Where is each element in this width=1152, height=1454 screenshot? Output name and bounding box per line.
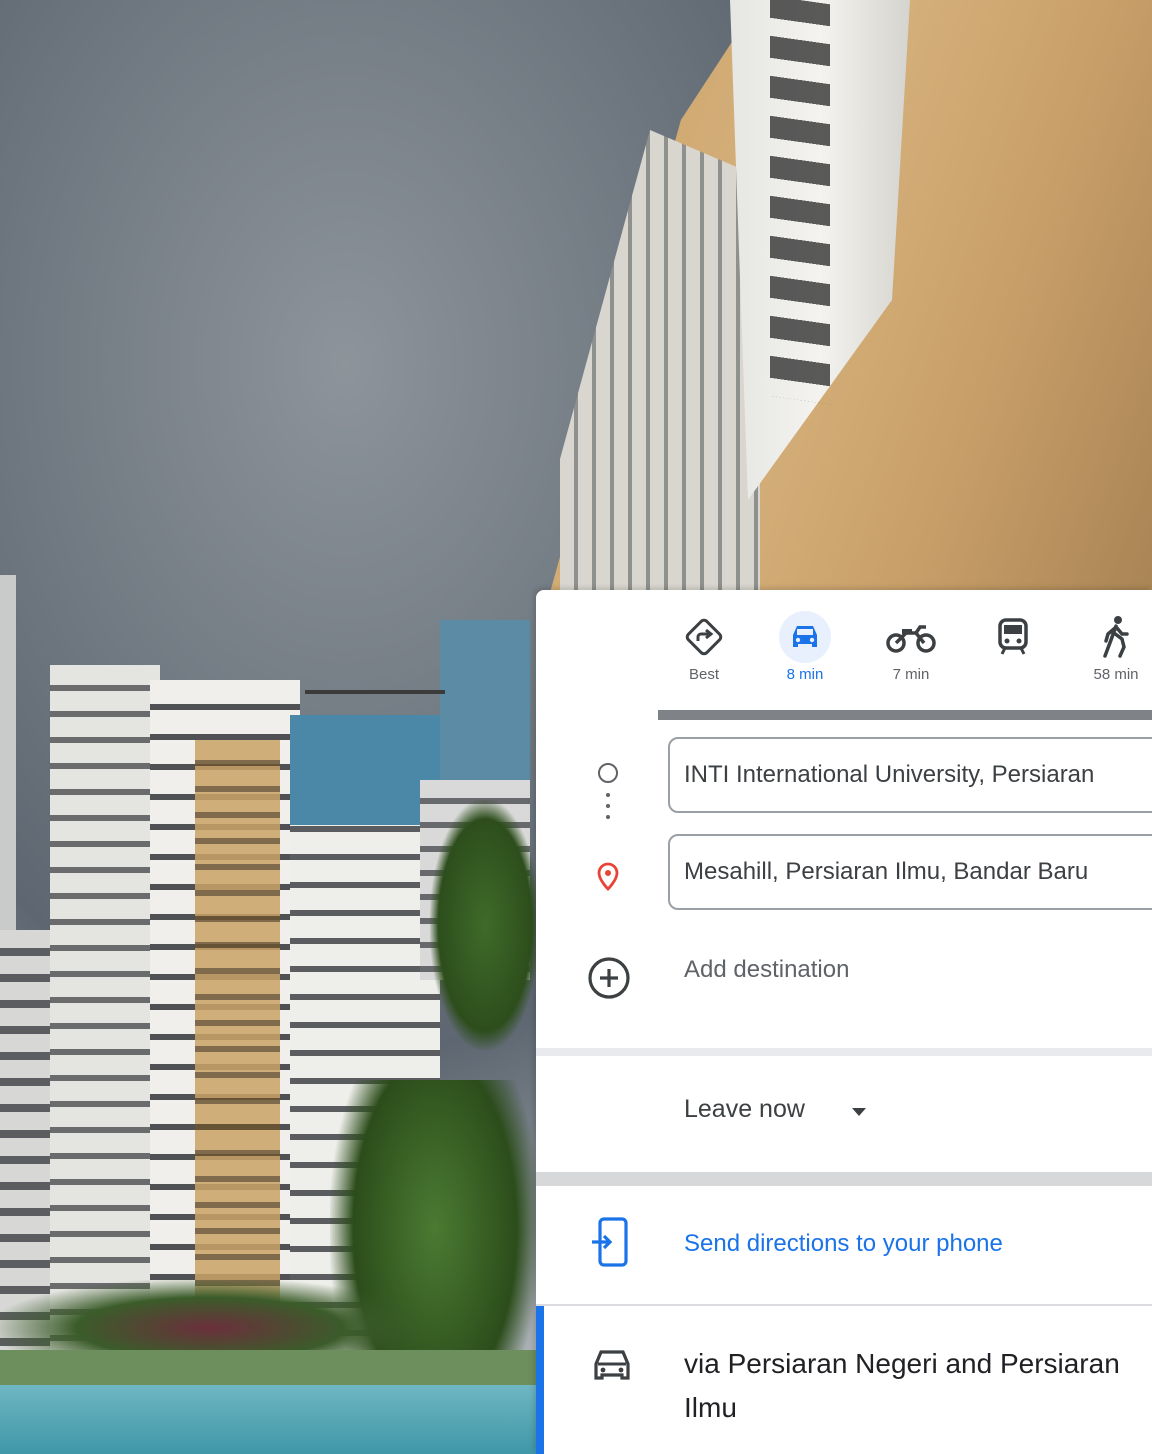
mode-walking-label: 58 min bbox=[1093, 666, 1139, 683]
mode-driving[interactable]: 8 min bbox=[765, 610, 845, 683]
route-dots bbox=[606, 793, 610, 826]
mode-driving-label: 8 min bbox=[786, 666, 824, 683]
selected-mode-highlight bbox=[779, 611, 831, 663]
mode-transit[interactable] bbox=[973, 610, 1053, 666]
mode-motorcycle[interactable]: 7 min bbox=[871, 610, 951, 683]
route-option-summary[interactable]: via Persiaran Negeri and Persiaran Ilmu bbox=[684, 1342, 1152, 1430]
mode-tab-track bbox=[658, 710, 1152, 720]
mode-best[interactable]: Best bbox=[664, 610, 744, 683]
pool-edge bbox=[0, 1350, 540, 1386]
selected-route-indicator bbox=[536, 1306, 544, 1454]
travel-mode-selector: Best 8 min 7 min 58 min bbox=[536, 590, 1152, 720]
send-directions-link[interactable]: Send directions to your phone bbox=[684, 1230, 1003, 1258]
chevron-down-icon[interactable] bbox=[852, 1108, 866, 1116]
origin-input[interactable]: INTI International University, Persiaran bbox=[668, 737, 1152, 813]
plus-circle-icon[interactable] bbox=[586, 955, 632, 1001]
crane bbox=[305, 690, 445, 694]
car-icon bbox=[594, 1350, 630, 1380]
section-divider bbox=[536, 1172, 1152, 1186]
tree bbox=[430, 800, 540, 1050]
tower-windows bbox=[770, 0, 830, 405]
leave-now-dropdown[interactable]: Leave now bbox=[684, 1095, 805, 1124]
garden-plants bbox=[0, 1280, 420, 1360]
location-pin-icon bbox=[597, 862, 619, 891]
walking-person-icon bbox=[1103, 616, 1129, 658]
circle-outline-icon bbox=[598, 763, 618, 783]
destination-input[interactable]: Mesahill, Persiaran Ilmu, Bandar Baru bbox=[668, 834, 1152, 910]
section-divider bbox=[536, 1048, 1152, 1056]
add-destination-button[interactable]: Add destination bbox=[684, 956, 849, 984]
section-divider bbox=[536, 1304, 1152, 1306]
mode-best-label: Best bbox=[688, 666, 719, 683]
car-icon bbox=[793, 626, 817, 647]
send-to-phone-icon[interactable] bbox=[588, 1216, 632, 1268]
swimming-pool bbox=[0, 1385, 540, 1454]
diamond-arrow-icon bbox=[685, 618, 723, 656]
train-icon bbox=[998, 618, 1028, 655]
motorcycle-icon bbox=[886, 625, 936, 653]
mode-walking[interactable]: 58 min bbox=[1076, 610, 1152, 683]
directions-panel: Best 8 min 7 min 58 min INTI Internation… bbox=[536, 590, 1152, 1454]
mode-motorcycle-label: 7 min bbox=[892, 666, 930, 683]
